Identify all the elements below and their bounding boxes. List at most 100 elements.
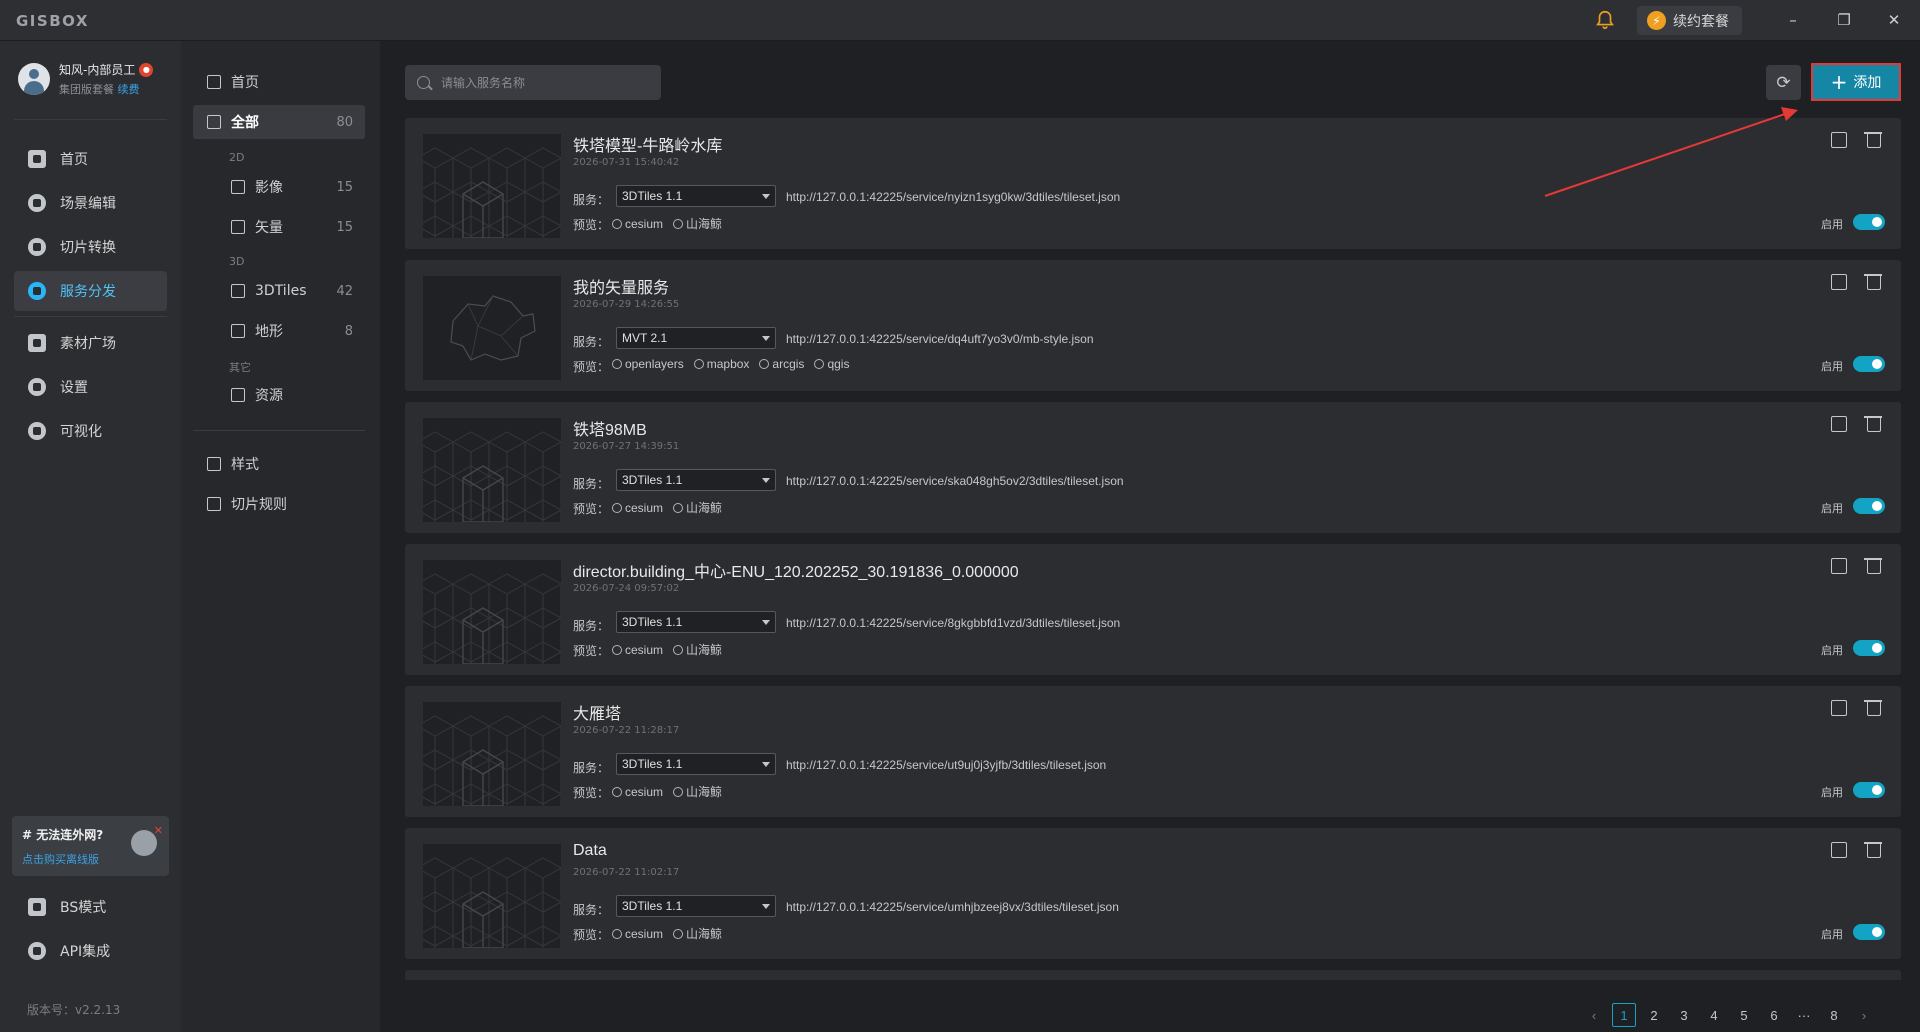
- nav-item-visualization[interactable]: 可视化: [14, 411, 167, 451]
- enable-toggle[interactable]: [1853, 640, 1885, 656]
- category-3dtiles[interactable]: 3DTiles 42: [193, 274, 365, 308]
- search-input[interactable]: 请输入服务名称: [405, 65, 661, 100]
- preview-label-title: 预览：: [573, 928, 610, 942]
- preview-link[interactable]: 山海鲸: [673, 499, 722, 516]
- category-style[interactable]: 样式: [193, 447, 365, 481]
- trash-icon[interactable]: [1864, 558, 1882, 574]
- edit-icon[interactable]: [1831, 416, 1847, 432]
- service-card[interactable]: 铁塔模型-牛路岭水库 2026-07-31 15:40:42 服务： 3DTiles …: [405, 118, 1901, 249]
- add-service-button[interactable]: + 添加: [1811, 63, 1901, 101]
- preview-link[interactable]: 山海鲸: [673, 215, 722, 232]
- renew-link[interactable]: 续费: [118, 83, 140, 96]
- preview-link[interactable]: qgis: [814, 357, 849, 371]
- service-type-label: 服务：: [573, 761, 610, 775]
- category-terrain[interactable]: 地形 8: [193, 314, 365, 348]
- close-button[interactable]: ✕: [1882, 8, 1906, 32]
- category-tile-rules[interactable]: 切片规则: [193, 487, 365, 521]
- trash-icon[interactable]: [1864, 416, 1882, 432]
- category-resource[interactable]: 资源: [193, 378, 365, 412]
- service-type-select[interactable]: 3DTiles 1.1: [616, 469, 776, 491]
- edit-icon[interactable]: [1831, 274, 1847, 290]
- enable-toggle[interactable]: [1853, 924, 1885, 940]
- user-profile[interactable]: 知风-内部员工 ● 集团版套餐 续费: [18, 61, 154, 97]
- prev-page-button[interactable]: ‹: [1579, 1003, 1609, 1027]
- preview-link[interactable]: cesium: [612, 925, 663, 942]
- service-url[interactable]: http://127.0.0.1:42225/service/nyizn1syg…: [786, 190, 1120, 204]
- service-type-select[interactable]: 3DTiles 1.1: [616, 185, 776, 207]
- preview-link[interactable]: mapbox: [693, 357, 749, 371]
- trash-icon[interactable]: [1864, 274, 1882, 290]
- category-count: 80: [336, 114, 353, 130]
- group-label-2d: 2D: [229, 151, 245, 164]
- service-type-select[interactable]: 3DTiles 1.1: [616, 895, 776, 917]
- bell-icon[interactable]: [1594, 9, 1616, 31]
- close-icon[interactable]: ✕: [154, 824, 163, 837]
- category-label: 资源: [255, 388, 283, 404]
- nav-item-settings[interactable]: 设置: [14, 367, 167, 407]
- nav-item-home[interactable]: 首页: [14, 139, 167, 179]
- edit-icon[interactable]: [1831, 132, 1847, 148]
- enable-toggle[interactable]: [1853, 356, 1885, 372]
- trash-icon[interactable]: [1864, 842, 1882, 858]
- preview-link[interactable]: cesium: [612, 641, 663, 658]
- enable-toggle[interactable]: [1853, 498, 1885, 514]
- category-home[interactable]: 首页: [193, 65, 365, 99]
- minimize-button[interactable]: –: [1781, 8, 1805, 32]
- preview-link[interactable]: arcgis: [759, 357, 804, 371]
- nav-item-asset-square[interactable]: 素材广场: [14, 323, 167, 363]
- gear-icon: [28, 378, 46, 396]
- page-button[interactable]: 5: [1729, 1003, 1759, 1027]
- page-button[interactable]: 3: [1669, 1003, 1699, 1027]
- service-type-select[interactable]: 3DTiles 1.1: [616, 611, 776, 633]
- service-card[interactable]: director.building_中心-ENU_120.202252_30.1…: [405, 544, 1901, 675]
- page-button[interactable]: 1: [1612, 1003, 1636, 1027]
- service-card[interactable]: 铁塔98MB 2026-07-27 14:39:51 服务： 3DTiles 1.1 h…: [405, 402, 1901, 533]
- nav-item-bs-mode[interactable]: BS模式: [14, 887, 167, 927]
- page-button[interactable]: ···: [1789, 1003, 1819, 1027]
- offline-promo-card[interactable]: # 无法连外网? 点击购买离线版 ✕: [12, 816, 169, 876]
- page-button[interactable]: 2: [1639, 1003, 1669, 1027]
- category-all[interactable]: 全部 80: [193, 105, 365, 139]
- service-card[interactable]: Data 2026-07-22 11:02:17 服务： 3DTiles 1.1 htt…: [405, 828, 1901, 959]
- preview-link[interactable]: 山海鲸: [673, 925, 722, 942]
- enable-toggle[interactable]: [1853, 782, 1885, 798]
- preview-label: qgis: [827, 357, 850, 371]
- next-page-button[interactable]: ›: [1849, 1003, 1879, 1027]
- edit-icon[interactable]: [1831, 558, 1847, 574]
- category-imagery[interactable]: 影像 15: [193, 170, 365, 204]
- preview-link[interactable]: 山海鲸: [673, 641, 722, 658]
- service-url[interactable]: http://127.0.0.1:42225/service/umhjbzeej…: [786, 900, 1119, 914]
- service-url[interactable]: http://127.0.0.1:42225/service/8gkgbbfd1…: [786, 616, 1120, 630]
- service-card[interactable]: 我的矢量服务 2026-07-29 14:26:55 服务： MVT 2.1 http:…: [405, 260, 1901, 391]
- preview-link[interactable]: cesium: [612, 499, 663, 516]
- page-button[interactable]: 8: [1819, 1003, 1849, 1027]
- service-thumbnail: [423, 134, 561, 238]
- preview-link[interactable]: cesium: [612, 215, 663, 232]
- service-type-select[interactable]: MVT 2.1: [616, 327, 776, 349]
- edit-icon[interactable]: [1831, 700, 1847, 716]
- nav-item-tile-convert[interactable]: 切片转换: [14, 227, 167, 267]
- mapbox-icon: [693, 359, 704, 369]
- restore-button[interactable]: ❐: [1832, 8, 1856, 32]
- nav-item-scene-edit[interactable]: 场景编辑: [14, 183, 167, 223]
- avatar[interactable]: [18, 63, 50, 95]
- nav-item-service-publish[interactable]: 服务分发: [14, 271, 167, 311]
- service-url[interactable]: http://127.0.0.1:42225/service/ska048gh5…: [786, 474, 1124, 488]
- service-card[interactable]: 大雁塔 2026-07-22 11:28:17 服务： 3DTiles 1.1 http…: [405, 686, 1901, 817]
- enable-toggle[interactable]: [1853, 214, 1885, 230]
- trash-icon[interactable]: [1864, 700, 1882, 716]
- service-url[interactable]: http://127.0.0.1:42225/service/dq4uft7yo…: [786, 332, 1094, 346]
- refresh-button[interactable]: ⟳: [1766, 65, 1801, 100]
- page-button[interactable]: 6: [1759, 1003, 1789, 1027]
- preview-link[interactable]: cesium: [612, 783, 663, 800]
- nav-item-api[interactable]: API集成: [14, 931, 167, 971]
- trash-icon[interactable]: [1864, 132, 1882, 148]
- preview-link[interactable]: openlayers: [612, 357, 684, 371]
- preview-link[interactable]: 山海鲸: [673, 783, 722, 800]
- service-type-select[interactable]: 3DTiles 1.1: [616, 753, 776, 775]
- renew-plan-button[interactable]: ⚡ 续约套餐: [1637, 6, 1742, 35]
- edit-icon[interactable]: [1831, 842, 1847, 858]
- service-url[interactable]: http://127.0.0.1:42225/service/ut9uj0j3y…: [786, 758, 1106, 772]
- page-button[interactable]: 4: [1699, 1003, 1729, 1027]
- category-vector[interactable]: 矢量 15: [193, 210, 365, 244]
